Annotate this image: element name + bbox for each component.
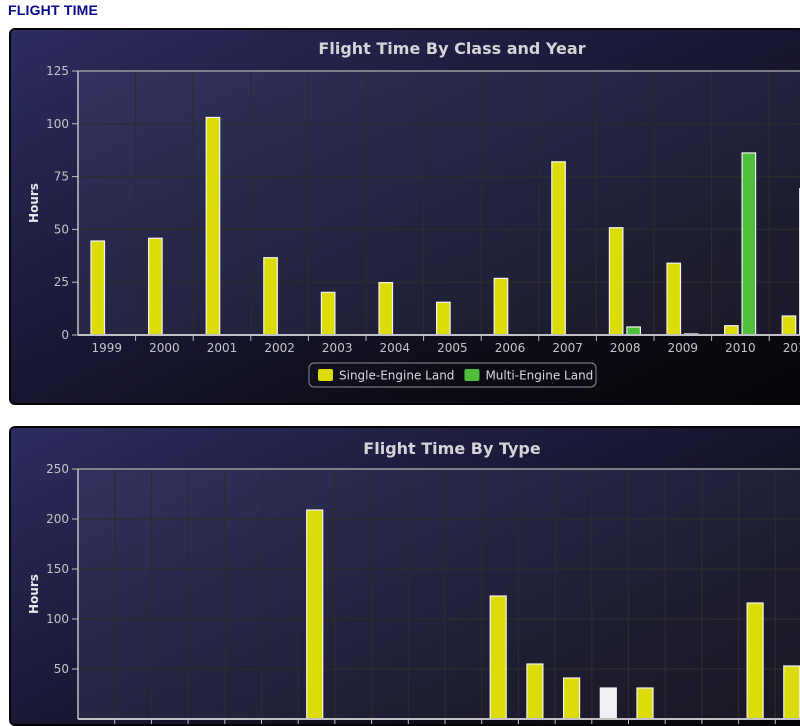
bar [490,596,506,719]
bar [600,688,616,719]
legend-swatch [318,369,333,381]
legend-item-label: Single-Engine Land [339,369,454,383]
bar [742,153,756,335]
x-tick-label: 2005 [437,341,468,355]
legend-swatch [464,369,479,381]
x-tick-label: 2009 [668,341,699,355]
bar [627,327,641,335]
x-tick-label: 2010 [725,341,756,355]
chart-card-class-year: Flight Time By Class and Year 0 25 50 75 100 1… [9,28,800,405]
bar [379,283,393,335]
y-tick-label: 125 [46,64,69,78]
bar [264,258,278,335]
y-tick-label: 100 [46,612,69,626]
y-tick-label: 50 [54,662,69,676]
y-tick-label: 150 [46,562,69,576]
x-tick-label: 2011 [783,341,800,355]
bar [91,241,105,335]
bar [321,292,335,335]
bar [149,238,163,335]
legend-item-label: Multi-Engine Land [485,369,593,383]
y-axis-label: Hours [27,183,41,223]
bar [206,117,220,335]
chart-class-year: Flight Time By Class and Year 0 25 50 75 100 1… [11,30,800,405]
chart-card-type: Flight Time By Type 50 100 150 200 250 Hours [9,426,800,726]
x-tick-label: 2001 [207,341,238,355]
x-tick-label: 1999 [92,341,123,355]
y-tick-label: 0 [61,328,69,342]
plot-area [78,469,800,719]
y-tick-label: 100 [46,117,69,131]
bar [552,162,566,335]
x-tick-label: 2008 [610,341,641,355]
bar [437,302,451,335]
bar [782,316,796,335]
bar [307,510,323,719]
y-tick-label: 200 [46,512,69,526]
x-tick-label: 2003 [322,341,353,355]
y-tick-label: 50 [54,222,69,236]
bar [637,688,653,719]
x-tick-label: 2007 [552,341,583,355]
legend: Single-Engine Land Multi-Engine Land [309,363,596,387]
bar [667,263,681,335]
bar [494,278,508,335]
bar [784,666,800,719]
chart-title: Flight Time By Class and Year [318,39,585,58]
bar [609,228,623,335]
x-tick-label: 2006 [495,341,526,355]
y-tick-label: 25 [54,275,69,289]
y-tick-label: 75 [54,170,69,184]
chart-title: Flight Time By Type [363,439,541,458]
bar [564,678,580,719]
y-axis-label: Hours [27,574,41,614]
x-tick-label: 2002 [264,341,295,355]
page-title: FLIGHT TIME [8,2,98,18]
bar [527,664,543,719]
chart-type: Flight Time By Type 50 100 150 200 250 Hours [11,428,800,726]
plot-area [78,71,800,335]
bar [725,326,739,335]
y-tick-label: 250 [46,462,69,476]
bar [747,603,763,719]
x-tick-label: 2004 [380,341,411,355]
x-tick-label: 2000 [149,341,180,355]
